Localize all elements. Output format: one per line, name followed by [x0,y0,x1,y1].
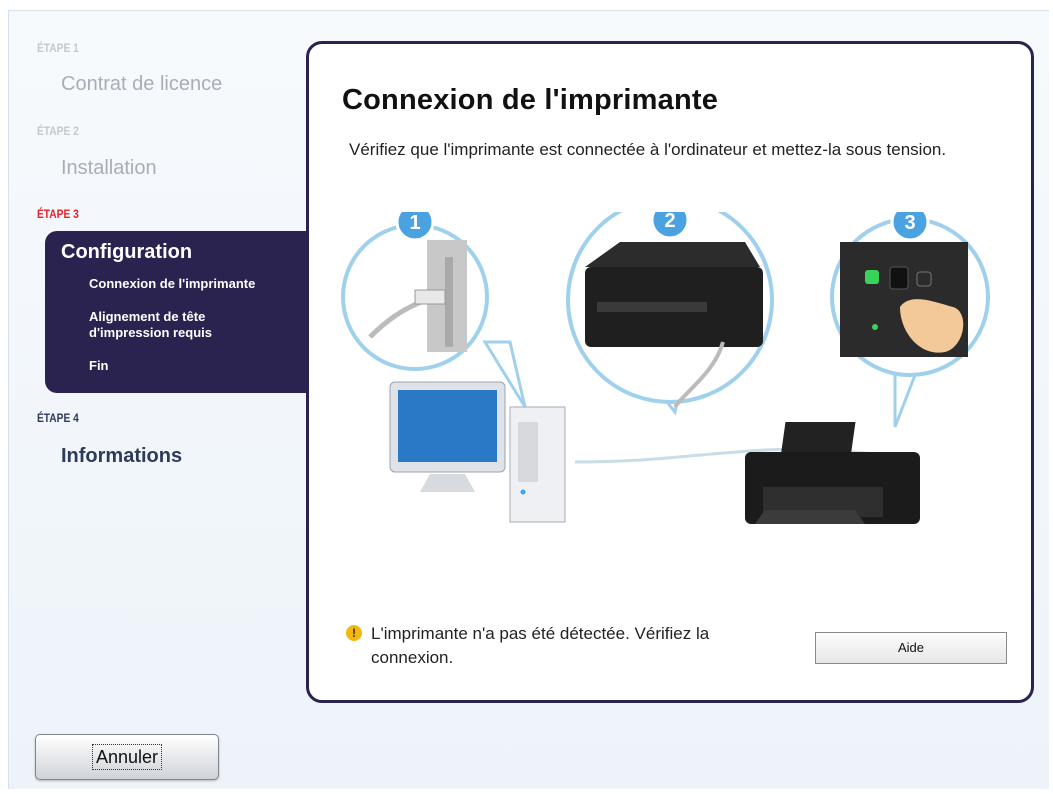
substep-alignement: Alignement de tête d'impression requis [89,309,213,340]
badge-3: 3 [890,212,930,242]
svg-text:3: 3 [904,212,915,234]
substep-fin: Fin [89,358,109,373]
badge-1: 1 [395,212,435,242]
step-3-label: ÉTAPE 3 [37,207,79,221]
printer-illustration [745,422,920,524]
substep-connexion: Connexion de l'imprimante [89,276,256,291]
svg-text:1: 1 [409,212,420,234]
step-2-label: ÉTAPE 2 [37,124,79,138]
cancel-button-label: Annuler [91,744,163,770]
content-panel: Connexion de l'imprimante Vérifiez que l… [306,41,1034,703]
power-led [865,270,879,284]
status-text: L'imprimante n'a pas été détectée. Vérif… [371,624,710,667]
bubble-usb-port [341,223,527,408]
active-step-panel: Configuration Connexion de l'imprimante … [45,231,310,393]
printer-connection-illustration: 1 2 3 [341,212,990,524]
instructions-text: Vérifiez que l'imprimante est connectée … [349,140,947,159]
svg-text:2: 2 [664,212,675,232]
step-1-label: ÉTAPE 1 [37,41,79,55]
bubble-power-button [830,217,990,428]
computer-illustration [389,381,566,523]
bubble-printer-rear [566,212,774,416]
help-button[interactable]: Aide [815,632,1007,664]
step-3-title: Configuration [61,241,193,263]
cancel-button[interactable]: Annuler [35,734,219,780]
step-2-title: Installation [61,157,157,179]
step-1-title: Contrat de licence [61,73,223,95]
step-4-label: ÉTAPE 4 [37,411,79,425]
page-title: Connexion de l'imprimante [342,84,719,116]
warning-icon: ! [346,625,362,641]
step-4-title: Informations [61,445,183,467]
installer-window: ÉTAPE 1 Contrat de licence ÉTAPE 2 Insta… [8,10,1049,789]
badge-2: 2 [650,212,690,240]
status-message: ! L'imprimante n'a pas été détectée. Vér… [346,622,769,670]
